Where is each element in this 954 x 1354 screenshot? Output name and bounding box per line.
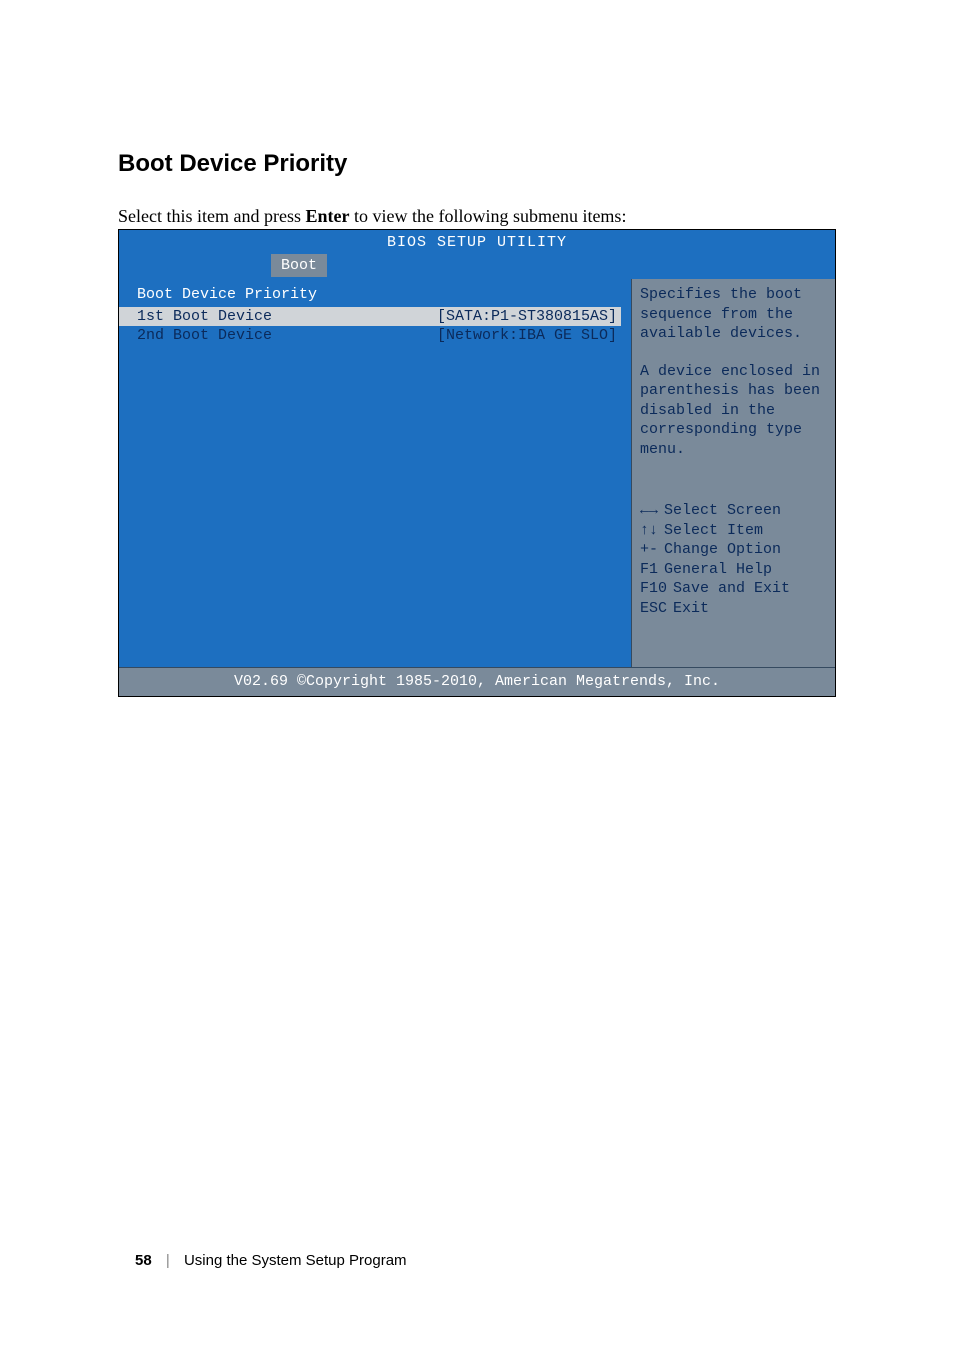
bios-row1-value: [SATA:P1-ST380815AS] — [437, 307, 621, 327]
bios-help-pane: Specifies the boot sequence from the ava… — [631, 279, 835, 667]
nav-plusminus-key: +- — [640, 540, 658, 560]
nav-save-exit: F10 Save and Exit — [640, 579, 827, 599]
help-line2: sequence from the — [640, 305, 827, 325]
nav-arrows-ud-icon: ↑↓ — [640, 521, 658, 541]
nav-f1-key: F1 — [640, 560, 658, 580]
intro-pre: Select this item and press — [118, 206, 305, 226]
bios-screenshot: BIOS SETUP UTILITY Boot Boot Device Prio… — [118, 229, 836, 697]
bios-tab-boot[interactable]: Boot — [271, 254, 327, 278]
footer-separator: | — [166, 1252, 170, 1269]
nav-select-screen: ←→ Select Screen — [640, 501, 827, 521]
nav-exit-label: Exit — [673, 599, 709, 619]
bios-section-title: Boot Device Priority — [137, 285, 621, 305]
nav-change-option-label: Change Option — [664, 540, 781, 560]
bios-row2-label: 2nd Boot Device — [137, 326, 272, 346]
help-line4: A device enclosed in — [640, 362, 827, 382]
bios-row1-label: 1st Boot Device — [137, 307, 272, 327]
bios-row-1st-boot[interactable]: 1st Boot Device [SATA:P1-ST380815AS] — [119, 307, 621, 327]
page-number: 58 — [135, 1252, 152, 1269]
nav-arrows-lr-icon: ←→ — [640, 501, 658, 521]
intro-bold: Enter — [305, 206, 349, 226]
bios-left-pane: Boot Device Priority 1st Boot Device [SA… — [119, 279, 631, 667]
intro-post: to view the following submenu items: — [349, 206, 626, 226]
help-line3: available devices. — [640, 324, 827, 344]
bios-row-2nd-boot[interactable]: 2nd Boot Device [Network:IBA GE SLO] — [137, 326, 621, 346]
nav-f10-key: F10 — [640, 579, 667, 599]
help-line6: disabled in the — [640, 401, 827, 421]
section-heading: Boot Device Priority — [118, 150, 836, 178]
bios-row2-value: [Network:IBA GE SLO] — [437, 326, 621, 346]
nav-exit: ESC Exit — [640, 599, 827, 619]
bios-footer: V02.69 ©Copyright 1985-2010, American Me… — [119, 667, 835, 696]
nav-save-exit-label: Save and Exit — [673, 579, 790, 599]
nav-select-item-label: Select Item — [664, 521, 763, 541]
nav-select-screen-label: Select Screen — [664, 501, 781, 521]
nav-change-option: +- Change Option — [640, 540, 827, 560]
intro-text: Select this item and press Enter to view… — [118, 206, 836, 227]
nav-esc-key: ESC — [640, 599, 667, 619]
help-line1: Specifies the boot — [640, 285, 827, 305]
footer-section-name: Using the System Setup Program — [184, 1252, 407, 1269]
help-line7: corresponding type — [640, 420, 827, 440]
nav-general-help-label: General Help — [664, 560, 772, 580]
bios-tabbar: Boot — [119, 254, 835, 280]
bios-title: BIOS SETUP UTILITY — [119, 230, 835, 254]
help-line5: parenthesis has been — [640, 381, 827, 401]
page-footer: 58 | Using the System Setup Program — [135, 1252, 407, 1269]
help-line8: menu. — [640, 440, 827, 460]
nav-general-help: F1 General Help — [640, 560, 827, 580]
nav-select-item: ↑↓ Select Item — [640, 521, 827, 541]
